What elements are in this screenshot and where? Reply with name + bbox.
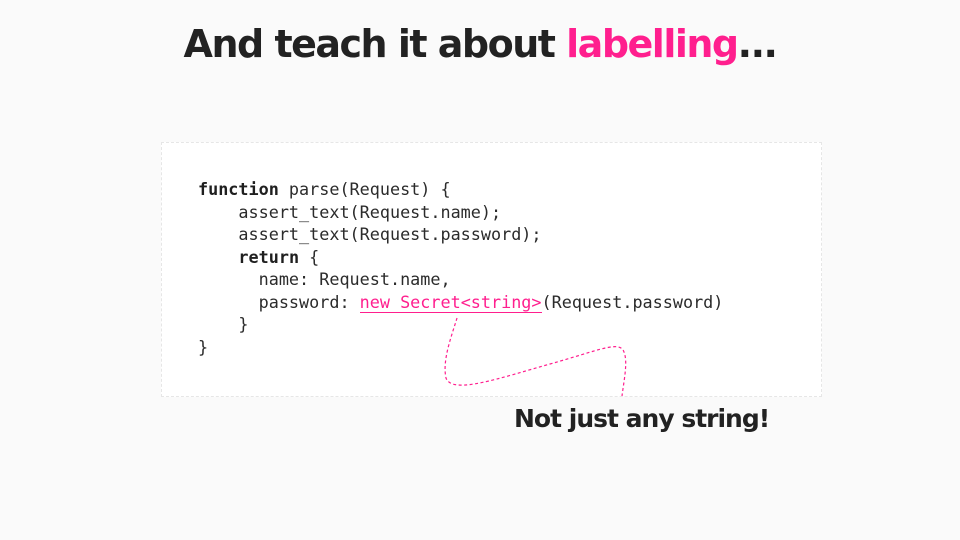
callout-text: Not just any string! xyxy=(514,404,770,433)
dashed-connector-line xyxy=(444,317,627,397)
connector-squiggle xyxy=(444,317,627,397)
slide: And teach it about labelling... function… xyxy=(0,0,960,540)
